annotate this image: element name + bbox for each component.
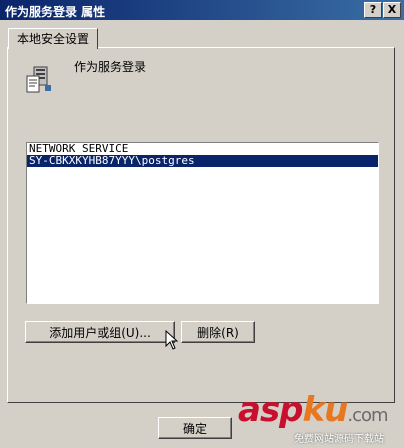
close-button[interactable]: X	[383, 2, 401, 18]
window-title: 作为服务登录 属性	[5, 5, 106, 19]
mouse-pointer-icon	[165, 330, 179, 350]
add-user-or-group-button[interactable]: 添加用户或组(U)...	[25, 321, 175, 343]
watermark: aspku.com 免费网站源码下载站	[238, 390, 389, 445]
accounts-listbox[interactable]: NETWORK SERVICE SY-CBKXKYHB87YYY\postgre…	[26, 142, 379, 304]
tab-panel: 作为服务登录 NETWORK SERVICE SY-CBKXKYHB87YYY\…	[7, 47, 395, 403]
help-button[interactable]: ?	[364, 2, 382, 18]
title-bar[interactable]: 作为服务登录 属性 ? X	[0, 0, 404, 20]
policy-server-icon	[26, 66, 51, 93]
tab-local-security-setting[interactable]: 本地安全设置	[8, 28, 99, 49]
list-item-selected[interactable]: SY-CBKXKYHB87YYY\postgres	[27, 155, 378, 167]
ok-button[interactable]: 确定	[158, 417, 232, 439]
watermark-logo: aspku.com	[238, 390, 389, 430]
tab-strip: 本地安全设置	[0, 20, 404, 49]
watermark-subtitle: 免费网站源码下载站	[294, 434, 384, 445]
policy-title: 作为服务登录	[74, 60, 147, 74]
remove-button[interactable]: 删除(R)	[181, 321, 255, 343]
